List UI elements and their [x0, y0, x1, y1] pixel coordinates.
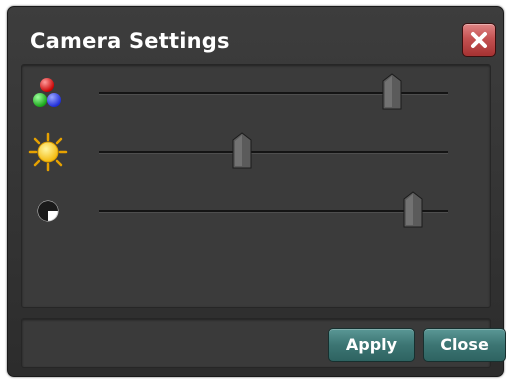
rgb-dots-icon [28, 73, 68, 113]
slider-row-brightness [22, 132, 492, 172]
dialog-footer: Apply Close [21, 318, 506, 368]
contrast-icon [28, 191, 68, 231]
sun-icon [28, 132, 68, 172]
settings-panel [21, 64, 491, 308]
slider-row-color [22, 73, 492, 113]
color-slider-track[interactable] [99, 73, 448, 110]
close-icon-button[interactable] [462, 23, 496, 57]
color-slider-thumb[interactable] [380, 73, 404, 113]
camera-settings-dialog: Camera Settings Apply Close [7, 6, 506, 377]
slider-row-contrast [22, 191, 492, 231]
close-x-icon [471, 32, 487, 48]
dialog-title: Camera Settings [30, 29, 230, 53]
close-button[interactable]: Close [423, 328, 506, 362]
brightness-slider-thumb[interactable] [230, 132, 254, 172]
apply-button[interactable]: Apply [328, 328, 415, 362]
contrast-slider-thumb[interactable] [401, 191, 425, 231]
brightness-slider-track[interactable] [99, 132, 448, 169]
contrast-slider-track[interactable] [99, 191, 448, 228]
